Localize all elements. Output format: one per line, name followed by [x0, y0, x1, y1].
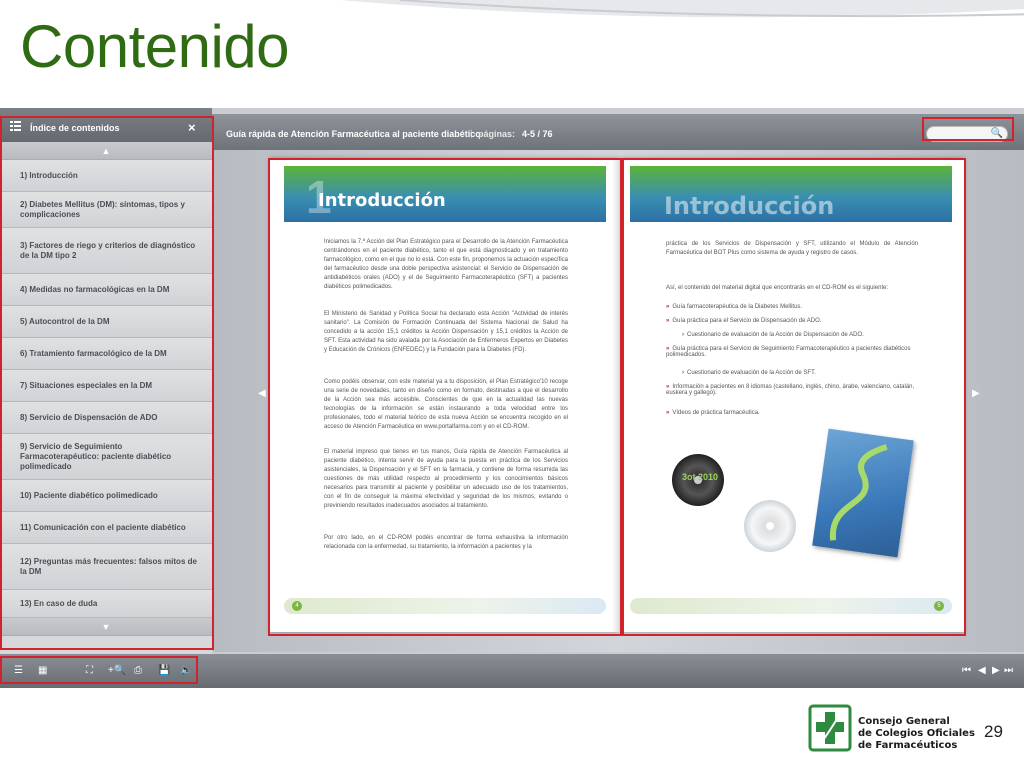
- next-page-icon[interactable]: ▶: [992, 665, 1000, 676]
- cgcof-logo-icon: [808, 704, 852, 752]
- last-page-icon[interactable]: ⏭: [1004, 665, 1013, 676]
- sidebar-highlight: [0, 116, 214, 650]
- flipbook-viewer: Guía rápida de Atención Farmacéutica al …: [0, 108, 1024, 688]
- pages-value: 4-5 / 76: [522, 129, 553, 139]
- slide-title: Contenido: [20, 13, 290, 80]
- book-title: Guía rápida de Atención Farmacéutica al …: [226, 129, 481, 139]
- right-page-highlight: [622, 158, 966, 636]
- left-page-highlight: [268, 158, 622, 636]
- prev-page-icon[interactable]: ◀: [978, 665, 986, 676]
- title-separator: |: [470, 128, 473, 138]
- next-page-arrow[interactable]: ▶: [972, 388, 980, 399]
- toolbar-highlight: [0, 656, 198, 684]
- slide-number: 29: [984, 722, 1003, 741]
- first-page-icon[interactable]: ⏮: [962, 665, 971, 676]
- decorative-swoosh: [340, 0, 1024, 18]
- organization-name: Consejo General de Colegios Oficiales de…: [858, 716, 975, 751]
- pages-label: páginas:: [478, 129, 516, 139]
- prev-page-arrow[interactable]: ◀: [258, 388, 266, 399]
- search-highlight: [922, 117, 1014, 141]
